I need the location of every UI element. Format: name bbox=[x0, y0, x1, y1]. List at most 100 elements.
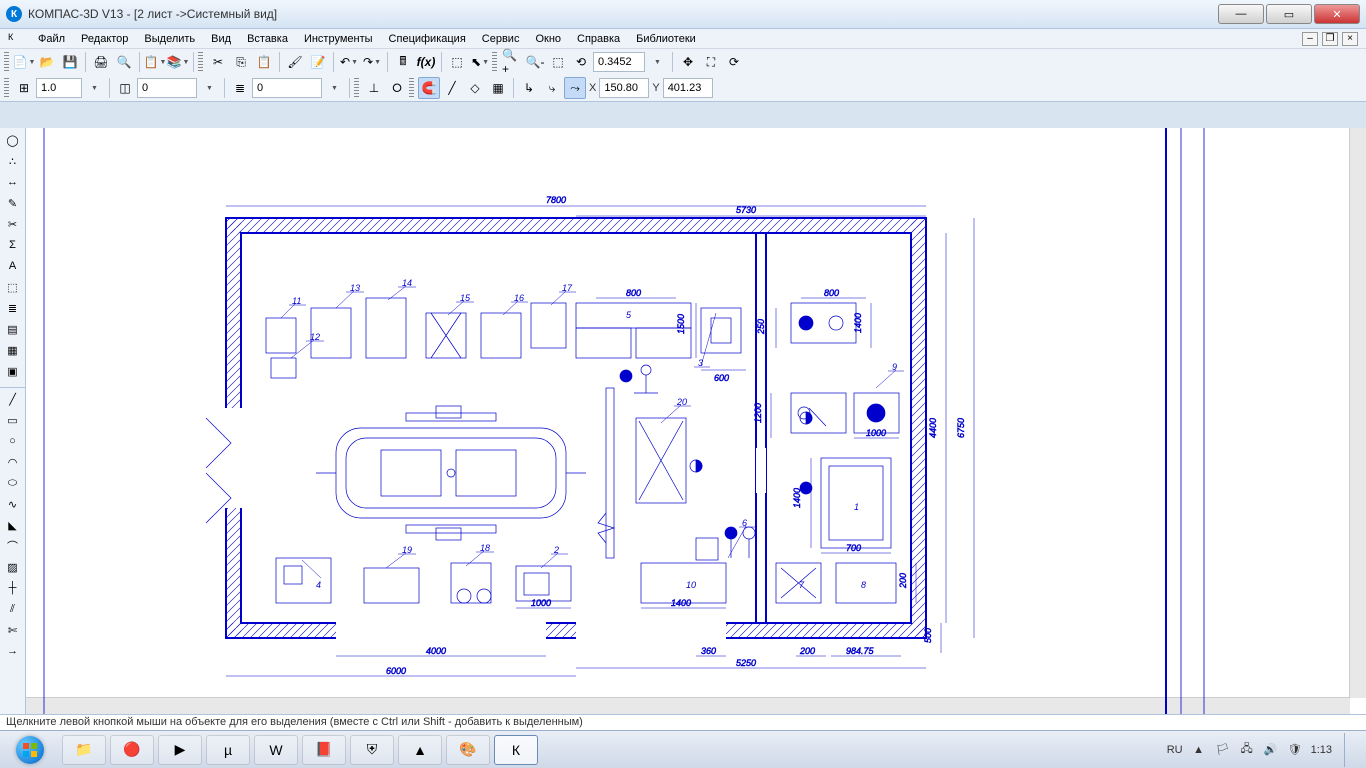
menu-file[interactable]: Файл bbox=[30, 31, 73, 47]
save-button[interactable]: 💾 bbox=[59, 51, 81, 73]
tray-clock[interactable]: 1:13 bbox=[1311, 744, 1332, 756]
menu-libs[interactable]: Библиотеки bbox=[628, 31, 704, 47]
coord-y-input[interactable] bbox=[663, 78, 713, 98]
line-tool-icon[interactable]: ╱ bbox=[2, 389, 24, 409]
rect-tool-icon[interactable]: ▭ bbox=[2, 410, 24, 430]
show-desktop-button[interactable] bbox=[1344, 733, 1354, 767]
axis-tool-icon[interactable]: ┼ bbox=[2, 578, 24, 598]
layer-button[interactable]: ◫ bbox=[114, 77, 136, 99]
step-button[interactable]: ⊞ bbox=[13, 77, 35, 99]
task-kmp-button[interactable]: ▶ bbox=[158, 735, 202, 765]
view-tool-icon[interactable]: ▣ bbox=[2, 361, 24, 381]
mdi-minimize-button[interactable]: – bbox=[1302, 32, 1318, 46]
task-paint-button[interactable]: 🎨 bbox=[446, 735, 490, 765]
mdi-close-button[interactable]: × bbox=[1342, 32, 1358, 46]
edit-tool-icon[interactable]: ✂ bbox=[2, 214, 24, 234]
menu-view[interactable]: Вид bbox=[203, 31, 239, 47]
library-button[interactable]: 📚▼ bbox=[167, 51, 189, 73]
circle-tool-icon[interactable]: ○ bbox=[2, 431, 24, 451]
toolbar-handle[interactable] bbox=[4, 78, 9, 98]
menu-service[interactable]: Сервис bbox=[474, 31, 528, 47]
task-utorrent-button[interactable]: µ bbox=[206, 735, 250, 765]
ellipse-tool-icon[interactable]: ⬭ bbox=[2, 473, 24, 493]
window-maximize-button[interactable]: ▭ bbox=[1266, 4, 1312, 24]
menu-tools[interactable]: Инструменты bbox=[296, 31, 381, 47]
step-dd-button[interactable]: ▼ bbox=[83, 77, 105, 99]
gc-button[interactable]: ⤷ bbox=[541, 77, 563, 99]
toolbar-handle[interactable] bbox=[354, 78, 359, 98]
lc-button[interactable]: ↳ bbox=[518, 77, 540, 99]
point-tool-icon[interactable]: ∴ bbox=[2, 151, 24, 171]
start-button[interactable] bbox=[6, 733, 54, 767]
param-tool-icon[interactable]: Σ bbox=[2, 235, 24, 255]
spline-tool-icon[interactable]: ∿ bbox=[2, 494, 24, 514]
style-input[interactable] bbox=[252, 78, 322, 98]
fillet-tool-icon[interactable]: ⌒ bbox=[2, 536, 24, 556]
window-minimize-button[interactable]: — bbox=[1218, 4, 1264, 24]
zoom-dd-button[interactable]: ▼ bbox=[646, 51, 668, 73]
copy-props-button[interactable]: 🖌 bbox=[284, 51, 306, 73]
toolbar-handle[interactable] bbox=[198, 52, 203, 72]
dim-tool-icon[interactable]: ↔ bbox=[2, 172, 24, 192]
snap-mid-button[interactable]: ╱ bbox=[441, 77, 463, 99]
undo-button[interactable]: ↶▼ bbox=[338, 51, 360, 73]
tray-lang[interactable]: RU bbox=[1167, 744, 1183, 756]
task-word-button[interactable]: W bbox=[254, 735, 298, 765]
toolbar-handle[interactable] bbox=[492, 52, 497, 72]
layer-input[interactable] bbox=[137, 78, 197, 98]
tray-up-icon[interactable]: ▲ bbox=[1191, 742, 1207, 758]
menu-help[interactable]: Справка bbox=[569, 31, 628, 47]
layers-mgr-button[interactable]: ≣ bbox=[229, 77, 251, 99]
redo-button[interactable]: ↷▼ bbox=[361, 51, 383, 73]
toolbar-handle[interactable] bbox=[409, 78, 414, 98]
task-explorer-button[interactable]: 📁 bbox=[62, 735, 106, 765]
new-doc-button[interactable]: 📄▼ bbox=[13, 51, 35, 73]
round-button[interactable]: ⭘ bbox=[386, 77, 408, 99]
coord-x-input[interactable] bbox=[599, 78, 649, 98]
task-kompas-button[interactable]: К bbox=[494, 735, 538, 765]
task-misc-button[interactable]: ▲ bbox=[398, 735, 442, 765]
tray-shield-icon[interactable]: 🛡 bbox=[1287, 742, 1303, 758]
zoom-input[interactable] bbox=[593, 52, 645, 72]
style-dd-button[interactable]: ▼ bbox=[323, 77, 345, 99]
snap-on-button[interactable]: 🧲 bbox=[418, 77, 440, 99]
snap-end-button[interactable]: ◇ bbox=[464, 77, 486, 99]
layer-dd-button[interactable]: ▼ bbox=[198, 77, 220, 99]
tray-flag-icon[interactable]: 🏳 bbox=[1215, 742, 1231, 758]
trim-tool-icon[interactable]: ✄ bbox=[2, 620, 24, 640]
zoom-out-button[interactable]: 🔍- bbox=[524, 51, 546, 73]
tray-network-icon[interactable]: 🖧 bbox=[1239, 742, 1255, 758]
zoom-in-button[interactable]: 🔍+ bbox=[501, 51, 523, 73]
measure-tool-icon[interactable]: A bbox=[2, 256, 24, 276]
text-tool-icon[interactable]: ✎ bbox=[2, 193, 24, 213]
zoom-fit-button[interactable]: ⛶ bbox=[700, 51, 722, 73]
hatch-tool-icon[interactable]: ▨ bbox=[2, 557, 24, 577]
preview-button[interactable]: 🔍 bbox=[113, 51, 135, 73]
window-close-button[interactable]: ✕ bbox=[1314, 4, 1360, 24]
insert-tool-icon[interactable]: ▦ bbox=[2, 340, 24, 360]
properties-button[interactable]: 📋▼ bbox=[144, 51, 166, 73]
tray-volume-icon[interactable]: 🔊 bbox=[1263, 742, 1279, 758]
zoom-prev-button[interactable]: ⟲ bbox=[570, 51, 592, 73]
menu-spec[interactable]: Спецификация bbox=[381, 31, 474, 47]
copy-button[interactable]: ⎘ bbox=[230, 51, 252, 73]
select-tool-icon[interactable]: ⬚ bbox=[2, 277, 24, 297]
cut-button[interactable]: ✂ bbox=[207, 51, 229, 73]
vars-button[interactable]: f(x) bbox=[415, 51, 437, 73]
snap-toggle-button[interactable]: ⤳ bbox=[564, 77, 586, 99]
snap-grid-button[interactable]: ▦ bbox=[487, 77, 509, 99]
paste-button[interactable]: 📋 bbox=[253, 51, 275, 73]
menu-editor[interactable]: Редактор bbox=[73, 31, 136, 47]
drawing-canvas[interactable]: 11 12 13 14 15 16 17 5 3 20 6 4 19 18 2 … bbox=[26, 128, 1366, 714]
mdi-restore-button[interactable]: ❐ bbox=[1322, 32, 1338, 46]
print-button[interactable]: 🖨 bbox=[90, 51, 112, 73]
props2-button[interactable]: 📝 bbox=[307, 51, 329, 73]
zoom-window-button[interactable]: ⬚ bbox=[547, 51, 569, 73]
offset-tool-icon[interactable]: ⫽ bbox=[2, 599, 24, 619]
toolbar-handle[interactable] bbox=[4, 52, 9, 72]
ortho-button[interactable]: ⊥ bbox=[363, 77, 385, 99]
redraw-button[interactable]: ⟳ bbox=[723, 51, 745, 73]
step-input[interactable] bbox=[36, 78, 82, 98]
task-wot-button[interactable]: ⛨ bbox=[350, 735, 394, 765]
report-tool-icon[interactable]: ▤ bbox=[2, 319, 24, 339]
